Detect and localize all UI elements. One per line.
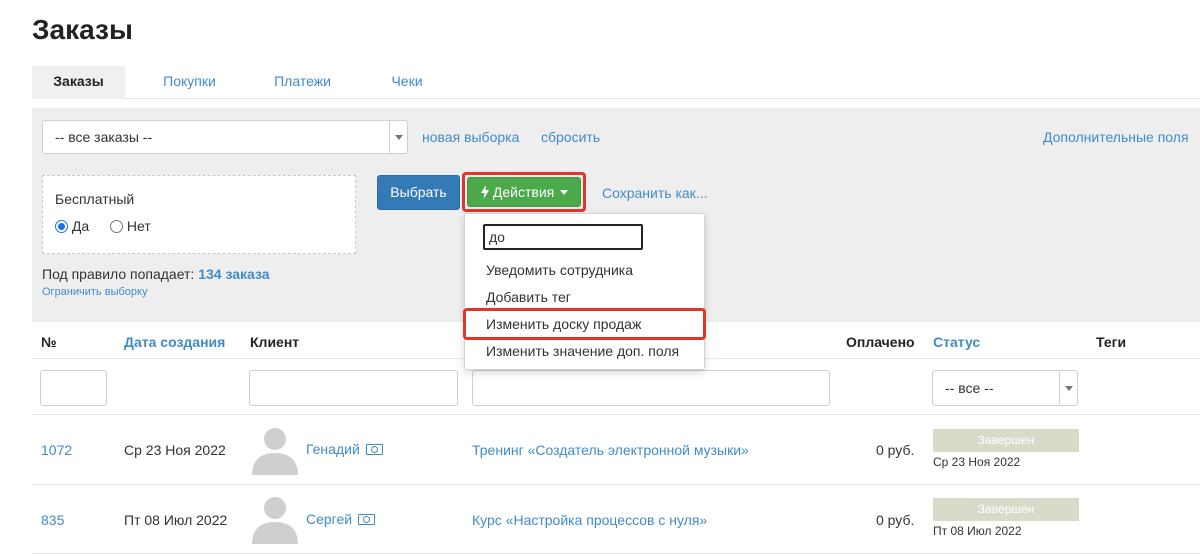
free-label: Бесплатный <box>55 191 135 207</box>
tab-orders[interactable]: Заказы <box>32 66 125 99</box>
money-icon[interactable] <box>365 444 383 455</box>
product-link[interactable]: Тренинг «Создатель электронной музыки» <box>472 442 749 458</box>
col-header-status[interactable]: Статус <box>933 334 980 350</box>
menu-item-notify-employee[interactable]: Уведомить сотрудника <box>486 262 633 278</box>
client-cell: Генадий <box>306 441 383 457</box>
col-header-tags: Теги <box>1096 334 1127 350</box>
select-button[interactable]: Выбрать <box>377 175 460 210</box>
order-date: Ср 23 Ноя 2022 <box>124 442 226 458</box>
client-link[interactable]: Генадий <box>306 441 360 457</box>
page-title: Заказы <box>32 14 133 45</box>
money-icon[interactable] <box>357 514 375 525</box>
chevron-down-icon <box>395 135 403 140</box>
bolt-icon <box>480 185 489 199</box>
status-filter-value: -- все -- <box>945 380 994 396</box>
menu-item-change-extra-field[interactable]: Изменить значение доп. поля <box>486 343 679 359</box>
tab-receipts[interactable]: Чеки <box>377 66 437 99</box>
caret-down-icon <box>560 190 569 195</box>
product-filter-input[interactable] <box>472 370 830 406</box>
product-link[interactable]: Курс «Настройка процессов с нуля» <box>472 512 707 528</box>
client-cell: Сергей <box>306 511 375 527</box>
status-date: Ср 23 Ноя 2022 <box>933 455 1021 469</box>
reset-link[interactable]: сбросить <box>541 129 600 145</box>
paid-amount: 0 руб. <box>876 442 915 458</box>
col-header-created[interactable]: Дата создания <box>124 334 225 350</box>
client-link[interactable]: Сергей <box>306 511 352 527</box>
divider <box>32 484 1200 485</box>
radio-yes[interactable] <box>55 220 68 233</box>
tabs: Заказы Покупки Платежи Чеки <box>32 66 1200 99</box>
actions-dropdown: Уведомить сотрудника Добавить тег Измени… <box>464 213 705 370</box>
client-filter-input[interactable] <box>249 370 458 406</box>
status-filter-select[interactable]: -- все -- <box>932 370 1078 406</box>
status-badge: Завершен <box>933 498 1079 521</box>
divider <box>32 553 1200 554</box>
rule-info: Под правило попадает: 134 заказа <box>42 266 270 282</box>
extra-fields-link[interactable]: Дополнительные поля <box>1043 129 1189 145</box>
actions-search-input[interactable] <box>483 224 643 250</box>
number-filter-input[interactable] <box>40 370 107 406</box>
menu-item-add-tag[interactable]: Добавить тег <box>486 289 571 305</box>
limit-selection-link[interactable]: Ограничить выборку <box>42 286 147 298</box>
avatar <box>252 497 298 544</box>
tab-purchases[interactable]: Покупки <box>152 66 227 99</box>
order-date: Пт 08 Июл 2022 <box>124 512 228 528</box>
menu-item-highlight <box>463 308 706 340</box>
col-header-paid: Оплачено <box>846 334 915 350</box>
order-id-link[interactable]: 1072 <box>41 442 72 458</box>
radio-no-option[interactable]: Нет <box>110 218 151 234</box>
tab-payments[interactable]: Платежи <box>265 66 340 99</box>
save-as-link[interactable]: Сохранить как... <box>602 185 707 201</box>
radio-yes-option[interactable]: Да <box>55 218 89 234</box>
selection-select[interactable]: -- все заказы -- <box>42 120 408 154</box>
paid-amount: 0 руб. <box>876 512 915 528</box>
free-filter-box: Бесплатный Да Нет <box>42 175 356 254</box>
col-header-number[interactable]: № <box>41 334 57 350</box>
selection-value: -- все заказы -- <box>55 129 153 145</box>
actions-button[interactable]: Действия <box>467 177 581 207</box>
divider <box>32 414 1200 415</box>
avatar <box>252 428 298 475</box>
status-badge: Завершен <box>933 429 1079 452</box>
chevron-down-icon <box>1065 386 1073 391</box>
status-date: Пт 08 Июл 2022 <box>933 524 1022 538</box>
order-id-link[interactable]: 835 <box>41 512 64 528</box>
new-selection-link[interactable]: новая выборка <box>422 129 519 145</box>
rule-count[interactable]: 134 заказа <box>198 266 269 282</box>
radio-no[interactable] <box>110 220 123 233</box>
col-header-client: Клиент <box>250 334 300 350</box>
